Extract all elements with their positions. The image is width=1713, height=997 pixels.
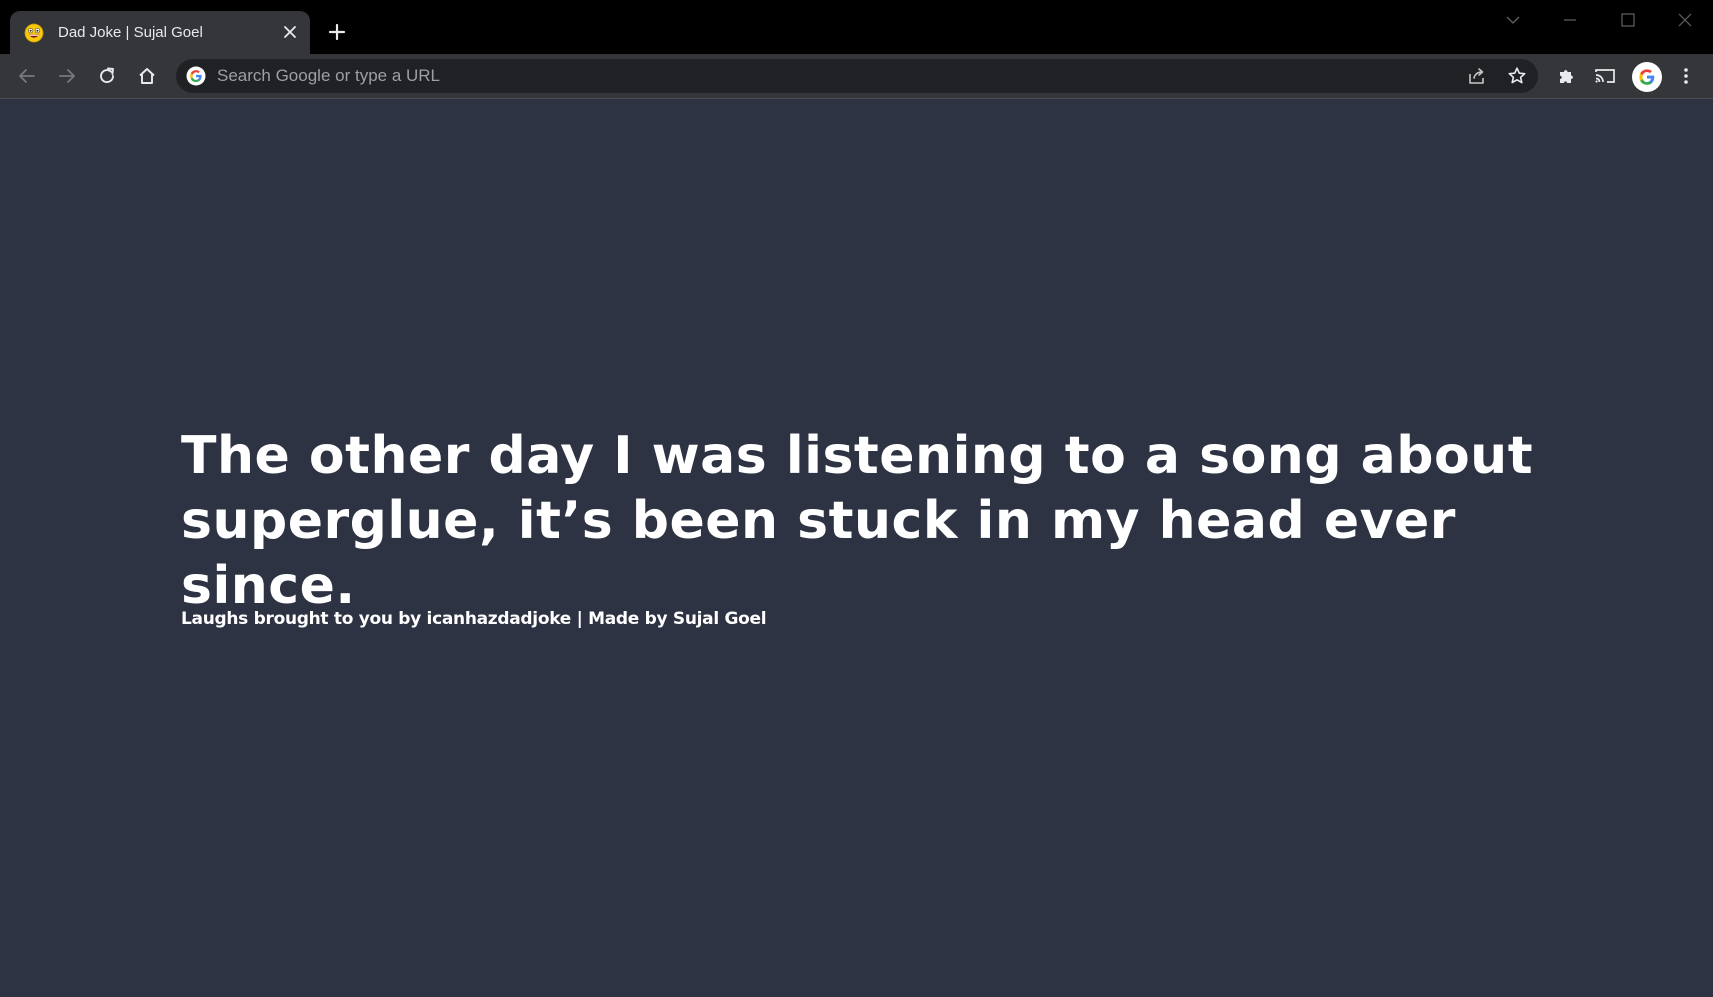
bookmark-button[interactable]	[1503, 62, 1531, 90]
close-icon	[1678, 13, 1692, 27]
address-bar[interactable]	[176, 59, 1538, 93]
maximize-button[interactable]	[1608, 8, 1648, 32]
reload-button[interactable]	[93, 62, 121, 90]
maximize-icon	[1621, 13, 1635, 27]
tab-title: Dad Joke | Sujal Goel	[58, 24, 203, 41]
grinning-face-emoji-icon	[24, 23, 44, 43]
close-tab-icon[interactable]	[280, 22, 300, 42]
browser-tab-active[interactable]: Dad Joke | Sujal Goel	[10, 11, 310, 54]
url-input[interactable]	[217, 59, 1417, 93]
joke-text: The other day I was listening to a song …	[181, 426, 1534, 616]
cast-button[interactable]	[1591, 62, 1619, 90]
share-icon	[1469, 68, 1484, 84]
plus-icon	[328, 23, 346, 41]
home-button[interactable]	[133, 62, 161, 90]
close-window-button[interactable]	[1665, 8, 1705, 32]
browser-titlebar: Dad Joke | Sujal Goel	[0, 0, 1713, 54]
tab-search-button[interactable]	[1493, 8, 1533, 32]
arrow-right-icon	[59, 69, 75, 83]
credit-line: Laughs brought to you by icanhazdadjoke …	[181, 609, 767, 629]
home-icon	[139, 68, 155, 84]
extensions-button[interactable]	[1552, 62, 1580, 90]
google-g-icon	[186, 66, 206, 86]
page-content: The other day I was listening to a song …	[0, 99, 1713, 997]
more-vertical-icon	[1684, 68, 1688, 84]
minimize-icon	[1564, 19, 1576, 21]
browser-menu-button[interactable]	[1672, 62, 1700, 90]
puzzle-piece-icon	[1560, 70, 1573, 83]
google-account-icon	[1639, 69, 1655, 85]
cast-icon	[1595, 69, 1615, 83]
share-button[interactable]	[1463, 62, 1491, 90]
chevron-down-icon	[1506, 16, 1520, 24]
new-tab-button[interactable]	[325, 20, 349, 44]
browser-toolbar	[0, 54, 1713, 99]
reload-icon	[100, 67, 114, 84]
arrow-left-icon	[19, 69, 35, 83]
back-button[interactable]	[13, 62, 41, 90]
forward-button[interactable]	[53, 62, 81, 90]
profile-avatar[interactable]	[1632, 62, 1662, 92]
minimize-button[interactable]	[1550, 8, 1590, 32]
star-icon	[1508, 67, 1526, 84]
